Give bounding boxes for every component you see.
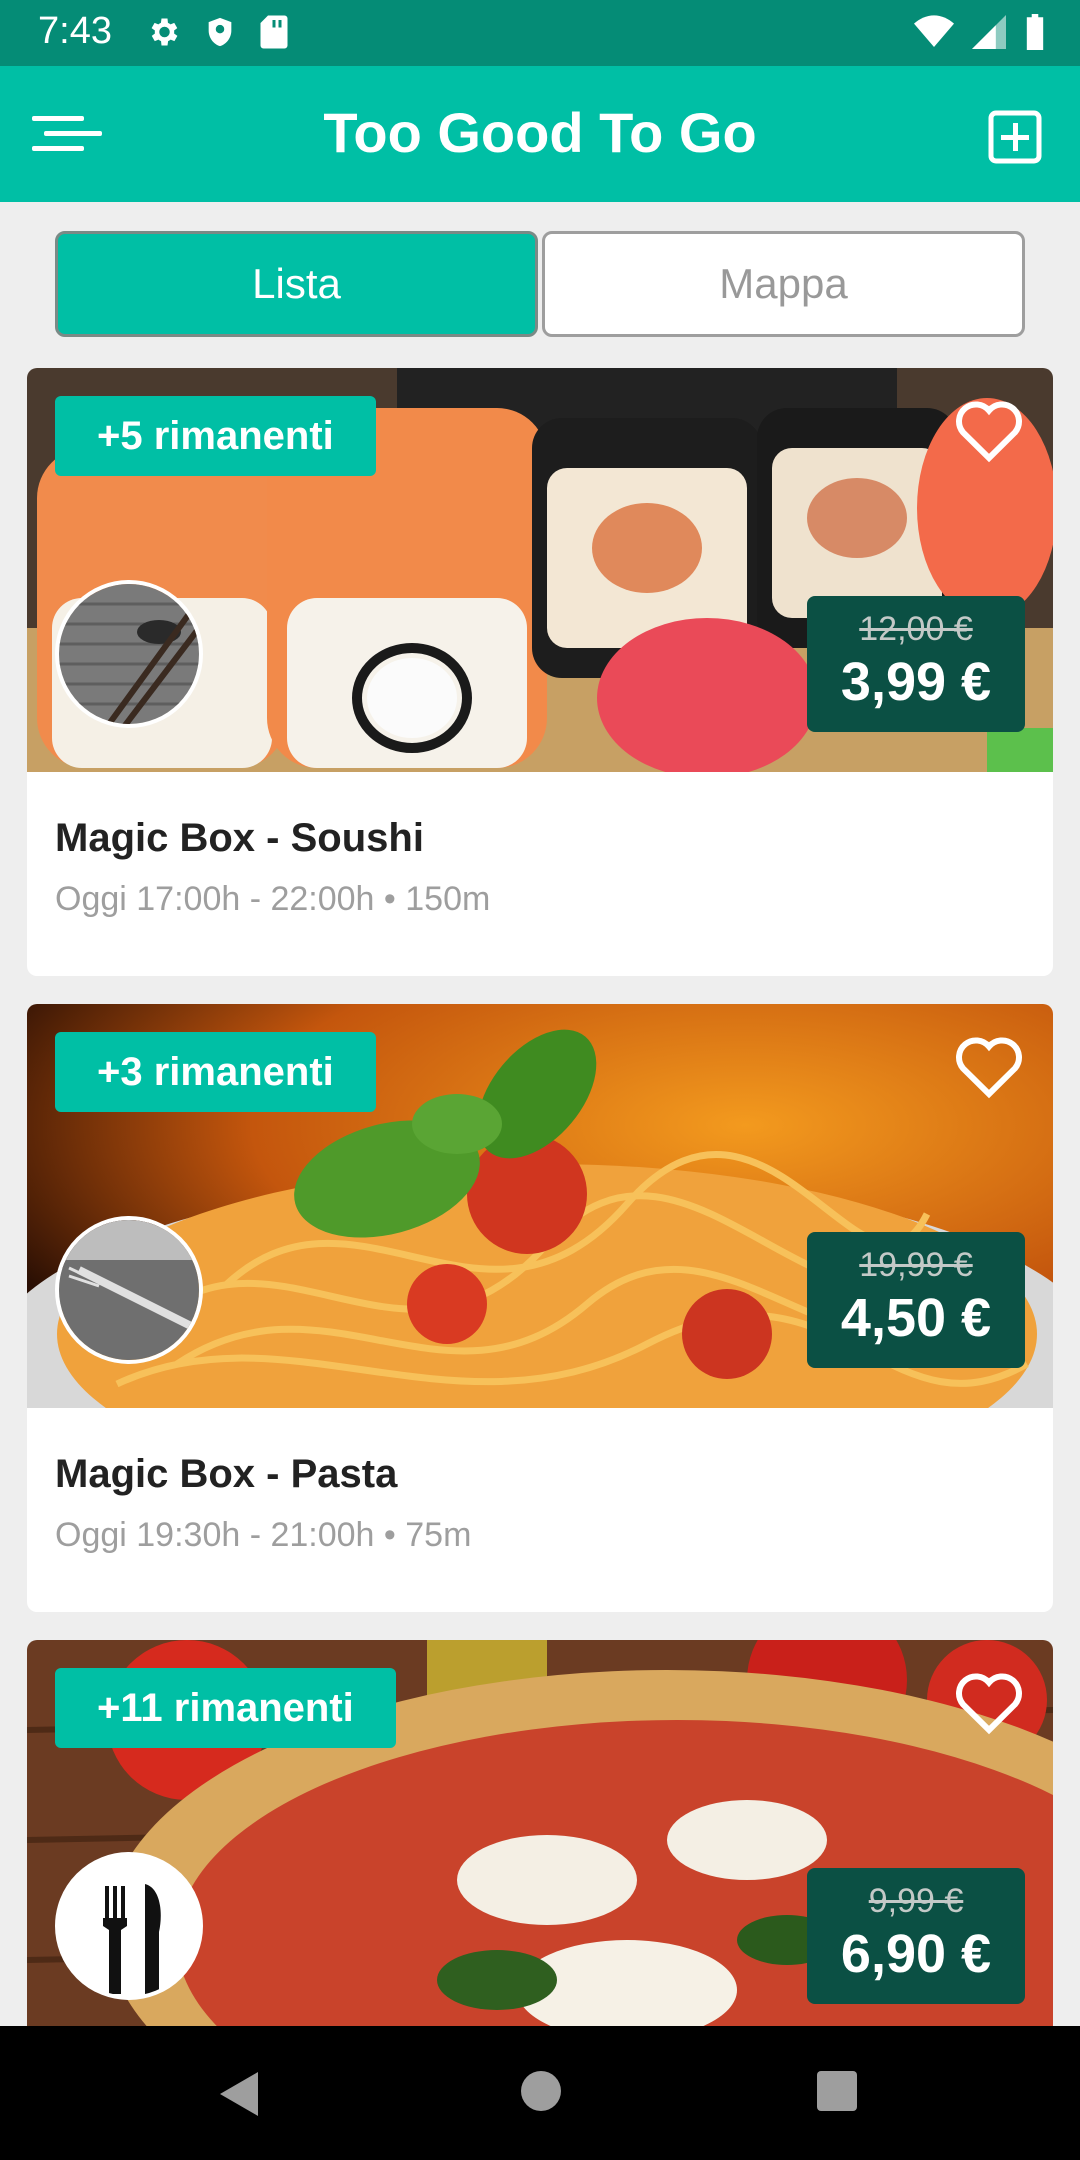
wifi-icon <box>914 14 954 55</box>
favorite-heart-icon[interactable] <box>953 398 1025 469</box>
card-photo-pizza: +11 rimanenti 9,99 € 6,90 € <box>27 1640 1053 2026</box>
home-icon[interactable] <box>520 2070 562 2117</box>
original-price: 9,99 € <box>868 1882 964 1920</box>
offer-card[interactable]: +11 rimanenti 9,99 € 6,90 € <box>27 1640 1053 2026</box>
shield-icon <box>203 14 237 55</box>
remaining-badge: +5 rimanenti <box>55 396 376 476</box>
discounted-price: 3,99 € <box>840 652 992 712</box>
tab-lista[interactable]: Lista <box>55 231 538 337</box>
add-box-icon[interactable] <box>988 110 1042 169</box>
offer-title: Magic Box - Soushi <box>55 816 424 860</box>
price-box: 19,99 € 4,50 € <box>807 1232 1025 1368</box>
signal-icon <box>972 14 1006 55</box>
price-box: 9,99 € 6,90 € <box>807 1868 1025 2004</box>
app-bar: Too Good To Go <box>0 66 1080 202</box>
page-title: Too Good To Go <box>323 101 757 164</box>
card-photo-sushi: +5 rimanenti 12,00 € 3,99 € <box>27 368 1053 772</box>
offer-pickup-info: Oggi 17:00h - 22:00h • 150m <box>55 880 491 918</box>
favorite-heart-icon[interactable] <box>953 1670 1025 1741</box>
offer-pickup-info: Oggi 19:30h - 21:00h • 75m <box>55 1516 472 1554</box>
offer-card[interactable]: +5 rimanenti 12,00 € 3,99 € Magic Box - … <box>27 368 1053 976</box>
original-price: 12,00 € <box>859 610 973 648</box>
store-avatar <box>55 1216 203 1364</box>
remaining-badge: +11 rimanenti <box>55 1668 396 1748</box>
favorite-heart-icon[interactable] <box>953 1034 1025 1105</box>
battery-icon <box>1024 14 1046 55</box>
status-time: 7:43 <box>38 10 112 52</box>
store-avatar <box>55 580 203 728</box>
tab-mappa[interactable]: Mappa <box>542 231 1025 337</box>
sd-card-icon <box>259 14 289 55</box>
gear-icon <box>145 14 181 55</box>
original-price: 19,99 € <box>859 1246 973 1284</box>
discounted-price: 4,50 € <box>840 1288 992 1348</box>
card-photo-pasta: +3 rimanenti 19,99 € 4,50 € <box>27 1004 1053 1408</box>
store-avatar <box>55 1852 203 2000</box>
offer-title: Magic Box - Pasta <box>55 1452 398 1496</box>
discounted-price: 6,90 € <box>840 1924 992 1984</box>
status-bar: 7:43 <box>0 0 1080 66</box>
price-box: 12,00 € 3,99 € <box>807 596 1025 732</box>
remaining-badge: +3 rimanenti <box>55 1032 376 1112</box>
back-icon[interactable] <box>218 2070 262 2123</box>
system-nav-bar <box>0 2026 1080 2160</box>
recents-icon[interactable] <box>816 2070 858 2117</box>
offer-card[interactable]: +3 rimanenti 19,99 € 4,50 € Magic Box - … <box>27 1004 1053 1612</box>
